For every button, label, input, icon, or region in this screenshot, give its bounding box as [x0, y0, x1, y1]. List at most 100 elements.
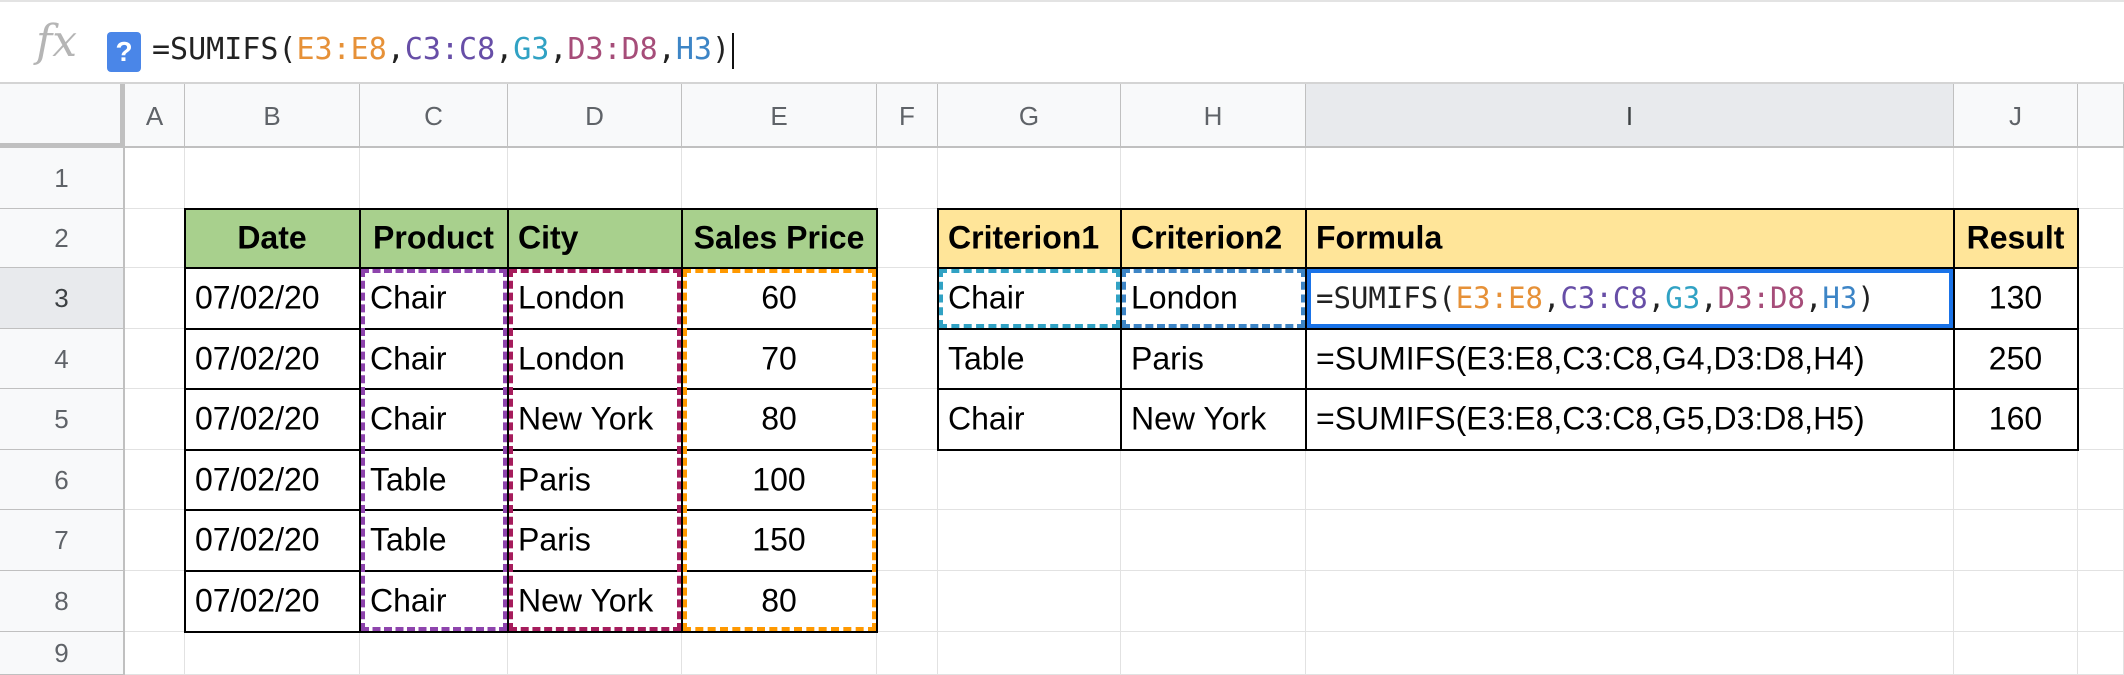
row-header-4[interactable]: 4: [0, 329, 125, 389]
cell-c1[interactable]: [360, 148, 508, 209]
cell-f6[interactable]: [877, 450, 938, 510]
column-header-h[interactable]: H: [1121, 84, 1306, 148]
left-table-cell[interactable]: New York: [508, 389, 682, 450]
left-table-cell[interactable]: 07/02/20: [185, 268, 360, 329]
left-table-cell[interactable]: Chair: [360, 389, 508, 450]
cell-f1[interactable]: [877, 148, 938, 209]
left-table-cell[interactable]: 07/02/20: [185, 571, 360, 632]
row-header-5[interactable]: 5: [0, 389, 125, 450]
cell-g8[interactable]: [938, 571, 1121, 632]
right-table-header[interactable]: Result: [1954, 209, 2078, 268]
right-table-cell[interactable]: 160: [1954, 389, 2078, 450]
right-table-cell[interactable]: =SUMIFS(E3:E8,C3:C8,G4,D3:D8,H4): [1306, 329, 1954, 389]
column-header-b[interactable]: B: [185, 84, 360, 148]
cell-a4[interactable]: [125, 329, 185, 389]
column-header-a[interactable]: A: [125, 84, 185, 148]
cell-j9[interactable]: [1954, 632, 2078, 675]
cell-a6[interactable]: [125, 450, 185, 510]
left-table-cell[interactable]: 60: [682, 268, 877, 329]
left-table-cell[interactable]: Chair: [360, 329, 508, 389]
cell-a8[interactable]: [125, 571, 185, 632]
cell-g9[interactable]: [938, 632, 1121, 675]
left-table-cell[interactable]: 70: [682, 329, 877, 389]
left-table-cell[interactable]: 80: [682, 571, 877, 632]
cell-f7[interactable]: [877, 510, 938, 571]
right-table-cell[interactable]: Chair: [938, 268, 1121, 329]
row-header-7[interactable]: 7: [0, 510, 125, 571]
left-table-cell[interactable]: 80: [682, 389, 877, 450]
left-table-cell[interactable]: 07/02/20: [185, 450, 360, 510]
cell-h8[interactable]: [1121, 571, 1306, 632]
cell-i7[interactable]: [1306, 510, 1954, 571]
column-header-c[interactable]: C: [360, 84, 508, 148]
cell-e9[interactable]: [682, 632, 877, 675]
left-table-cell[interactable]: Paris: [508, 450, 682, 510]
left-table-cell[interactable]: Table: [360, 510, 508, 571]
left-table-header[interactable]: Sales Price: [682, 209, 877, 268]
cell-f8[interactable]: [877, 571, 938, 632]
column-header-g[interactable]: G: [938, 84, 1121, 148]
right-table-cell[interactable]: 250: [1954, 329, 2078, 389]
right-table-cell[interactable]: Paris: [1121, 329, 1306, 389]
cell-g7[interactable]: [938, 510, 1121, 571]
cell-f3[interactable]: [877, 268, 938, 329]
cell-i6[interactable]: [1306, 450, 1954, 510]
left-table-cell[interactable]: London: [508, 268, 682, 329]
column-header-d[interactable]: D: [508, 84, 682, 148]
cell-c9[interactable]: [360, 632, 508, 675]
cell-b9[interactable]: [185, 632, 360, 675]
cell-a1[interactable]: [125, 148, 185, 209]
row-header-3[interactable]: 3: [0, 268, 125, 329]
left-table-cell[interactable]: Table: [360, 450, 508, 510]
column-header-i[interactable]: I: [1306, 84, 1954, 148]
left-table-cell[interactable]: 150: [682, 510, 877, 571]
right-table-header[interactable]: Formula: [1306, 209, 1954, 268]
cell-e1[interactable]: [682, 148, 877, 209]
select-all-corner[interactable]: [0, 84, 125, 148]
left-table-cell[interactable]: Chair: [360, 268, 508, 329]
cell-i1[interactable]: [1306, 148, 1954, 209]
column-header-j[interactable]: J: [1954, 84, 2078, 148]
cell-h1[interactable]: [1121, 148, 1306, 209]
row-header-9[interactable]: 9: [0, 632, 125, 675]
right-table-cell[interactable]: 130: [1954, 268, 2078, 329]
left-table-cell[interactable]: 100: [682, 450, 877, 510]
right-table-header[interactable]: Criterion2: [1121, 209, 1306, 268]
left-table-header[interactable]: City: [508, 209, 682, 268]
left-table-cell[interactable]: Chair: [360, 571, 508, 632]
left-table-cell[interactable]: 07/02/20: [185, 329, 360, 389]
left-table-header[interactable]: Date: [185, 209, 360, 268]
cell-a5[interactable]: [125, 389, 185, 450]
formula-input[interactable]: =SUMIFS(E3:E8,C3:C8,G3,D3:D8,H3): [152, 28, 734, 72]
cell-a9[interactable]: [125, 632, 185, 675]
right-table-cell[interactable]: Table: [938, 329, 1121, 389]
cell-j1[interactable]: [1954, 148, 2078, 209]
cell-b1[interactable]: [185, 148, 360, 209]
right-table-cell[interactable]: =SUMIFS(E3:E8,C3:C8,G5,D3:D8,H5): [1306, 389, 1954, 450]
cell-g1[interactable]: [938, 148, 1121, 209]
cell-a7[interactable]: [125, 510, 185, 571]
cell-h9[interactable]: [1121, 632, 1306, 675]
cell-f5[interactable]: [877, 389, 938, 450]
left-table-cell[interactable]: 07/02/20: [185, 510, 360, 571]
left-table-cell[interactable]: New York: [508, 571, 682, 632]
column-header-e[interactable]: E: [682, 84, 877, 148]
column-header-f[interactable]: F: [877, 84, 938, 148]
row-header-1[interactable]: 1: [0, 148, 125, 209]
right-table-cell[interactable]: New York: [1121, 389, 1306, 450]
cell-f4[interactable]: [877, 329, 938, 389]
row-header-6[interactable]: 6: [0, 450, 125, 510]
help-icon[interactable]: ?: [107, 32, 141, 72]
left-table-cell[interactable]: London: [508, 329, 682, 389]
cell-d1[interactable]: [508, 148, 682, 209]
cell-a2[interactable]: [125, 209, 185, 268]
right-table-cell[interactable]: Chair: [938, 389, 1121, 450]
cell-a3[interactable]: [125, 268, 185, 329]
left-table-header[interactable]: Product: [360, 209, 508, 268]
cell-i9[interactable]: [1306, 632, 1954, 675]
cell-j7[interactable]: [1954, 510, 2078, 571]
right-table-cell[interactable]: London: [1121, 268, 1306, 329]
row-header-8[interactable]: 8: [0, 571, 125, 632]
cell-f2[interactable]: [877, 209, 938, 268]
cell-j6[interactable]: [1954, 450, 2078, 510]
